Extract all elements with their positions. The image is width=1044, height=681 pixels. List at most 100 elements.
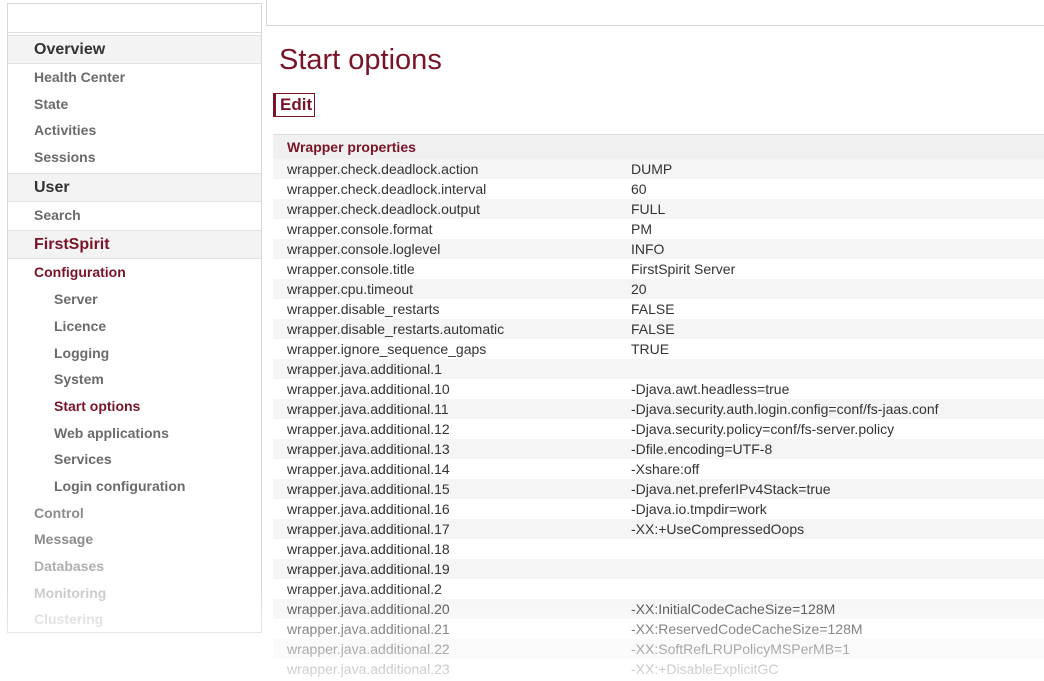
property-value: -XX:SoftRefLRUPolicyMSPerMB=1 — [631, 641, 851, 657]
property-key: wrapper.disable_restarts — [287, 301, 440, 317]
sidebar-item-server[interactable]: Server — [8, 286, 261, 313]
wrapper-properties-table: Wrapper properties wrapper.check.deadloc… — [273, 134, 1044, 679]
table-row: wrapper.java.additional.14 -Xshare:off — [273, 459, 1044, 479]
sidebar-item-web-applications[interactable]: Web applications — [8, 420, 261, 447]
property-key: wrapper.java.additional.11 — [287, 401, 449, 417]
property-value: -Xshare:off — [631, 461, 700, 477]
sidebar-item-activities[interactable]: Activities — [8, 117, 261, 144]
table-body: wrapper.check.deadlock.action DUMP wrapper… — [273, 159, 1044, 679]
property-value: 20 — [631, 281, 647, 297]
table-row: wrapper.java.additional.22 -XX:SoftRefLRU… — [273, 639, 1044, 659]
sidebar-section-firstspirit[interactable]: FirstSpirit — [8, 230, 261, 260]
property-value: FALSE — [631, 301, 675, 317]
property-value: PM — [631, 221, 652, 237]
sidebar-item-licence[interactable]: Licence — [8, 313, 261, 340]
sidebar-item-message[interactable]: Message — [8, 526, 261, 553]
property-key: wrapper.cpu.timeout — [287, 281, 414, 297]
sidebar: Overview Health Center State Activities … — [7, 3, 262, 633]
table-row: wrapper.check.deadlock.interval 60 — [273, 179, 1044, 199]
table-row: wrapper.java.additional.15 -Djava.net.pre… — [273, 479, 1044, 499]
sidebar-item-configuration[interactable]: Configuration — [8, 259, 261, 286]
property-value: -XX:+UseCompressedOops — [631, 521, 805, 537]
property-key: wrapper.java.additional.18 — [287, 541, 450, 557]
property-value: DUMP — [631, 161, 673, 177]
property-key: wrapper.java.additional.16 — [287, 501, 450, 517]
property-key: wrapper.java.additional.19 — [287, 561, 450, 577]
sidebar-item-search[interactable]: Search — [8, 202, 261, 229]
sidebar-item-start-options[interactable]: Start options — [8, 393, 261, 420]
property-key: wrapper.java.additional.20 — [287, 601, 450, 617]
sidebar-item-monitoring[interactable]: Monitoring — [8, 580, 261, 607]
property-key: wrapper.check.deadlock.output — [287, 201, 481, 217]
property-key: wrapper.java.additional.1 — [287, 361, 442, 377]
property-value: -Djava.security.auth.login.config=conf/f… — [631, 401, 939, 417]
table-row: wrapper.java.additional.23 -XX:+DisableEx… — [273, 659, 1044, 679]
property-value: INFO — [631, 241, 665, 257]
table-row: wrapper.java.additional.13 -Dfile.encodin… — [273, 439, 1044, 459]
table-row: wrapper.check.deadlock.output FULL — [273, 199, 1044, 219]
table-row: wrapper.disable_restarts FALSE — [273, 299, 1044, 319]
table-row: wrapper.java.additional.17 -XX:+UseCompre… — [273, 519, 1044, 539]
sidebar-item-login-configuration[interactable]: Login configuration — [8, 473, 261, 500]
table-row: wrapper.console.format PM — [273, 219, 1044, 239]
property-value: -XX:ReservedCodeCacheSize=128M — [631, 621, 863, 637]
sidebar-item-control[interactable]: Control — [8, 500, 261, 527]
property-key: wrapper.java.additional.17 — [287, 521, 450, 537]
table-row: wrapper.ignore_sequence_gaps TRUE — [273, 339, 1044, 359]
table-row: wrapper.java.additional.12 -Djava.securit… — [273, 419, 1044, 439]
table-row: wrapper.java.additional.1 — [273, 359, 1044, 379]
table-row: wrapper.java.additional.11 -Djava.securit… — [273, 399, 1044, 419]
property-key: wrapper.check.deadlock.interval — [287, 181, 487, 197]
table-row: wrapper.java.additional.10 -Djava.awt.hea… — [273, 379, 1044, 399]
page-title: Start options — [279, 44, 442, 76]
property-key: wrapper.java.additional.14 — [287, 461, 450, 477]
table-row: wrapper.java.additional.20 -XX:InitialCod… — [273, 599, 1044, 619]
property-value: FALSE — [631, 321, 675, 337]
sidebar-item-services[interactable]: Services — [8, 446, 261, 473]
sidebar-item-logging[interactable]: Logging — [8, 340, 261, 367]
table-row: wrapper.cpu.timeout 20 — [273, 279, 1044, 299]
sidebar-item-state[interactable]: State — [8, 91, 261, 118]
table-row: wrapper.disable_restarts.automatic FALSE — [273, 319, 1044, 339]
property-value: FirstSpirit Server — [631, 261, 736, 277]
table-row: wrapper.java.additional.19 — [273, 559, 1044, 579]
property-key: wrapper.java.additional.22 — [287, 641, 450, 657]
top-header-bar — [266, 0, 1044, 26]
property-value: TRUE — [631, 341, 670, 357]
sidebar-item-health-center[interactable]: Health Center — [8, 64, 261, 91]
property-key: wrapper.java.additional.15 — [287, 481, 450, 497]
table-row: wrapper.java.additional.16 -Djava.io.tmpd… — [273, 499, 1044, 519]
table-row: wrapper.java.additional.2 — [273, 579, 1044, 599]
property-value: -XX:+DisableExplicitGC — [631, 661, 779, 677]
property-value — [631, 579, 1044, 599]
sidebar-item-clustering[interactable]: Clustering — [8, 606, 261, 633]
sidebar-item-system[interactable]: System — [8, 366, 261, 393]
property-value — [631, 539, 1044, 559]
sidebar-item-sessions[interactable]: Sessions — [8, 144, 261, 171]
table-row: wrapper.java.additional.18 — [273, 539, 1044, 559]
property-value — [631, 559, 1044, 579]
table-row: wrapper.console.title FirstSpirit Server — [273, 259, 1044, 279]
sidebar-section-user[interactable]: User — [8, 172, 261, 202]
property-key: wrapper.ignore_sequence_gaps — [287, 341, 487, 357]
sidebar-item-databases[interactable]: Databases — [8, 553, 261, 580]
property-key: wrapper.check.deadlock.action — [287, 161, 479, 177]
property-key: wrapper.disable_restarts.automatic — [287, 321, 505, 337]
property-value: -Djava.security.policy=conf/fs-server.po… — [631, 421, 895, 437]
property-key: wrapper.java.additional.13 — [287, 441, 450, 457]
property-key: wrapper.java.additional.10 — [287, 381, 450, 397]
sidebar-section-overview[interactable]: Overview — [8, 35, 261, 64]
property-value: -Djava.awt.headless=true — [631, 381, 790, 397]
edit-button[interactable]: Edit — [273, 93, 316, 117]
property-key: wrapper.console.title — [287, 261, 415, 277]
property-key: wrapper.console.loglevel — [287, 241, 441, 257]
property-value: -Dfile.encoding=UTF-8 — [631, 441, 773, 457]
property-value: FULL — [631, 201, 666, 217]
table-row: wrapper.java.additional.21 -XX:ReservedCo… — [273, 619, 1044, 639]
property-value: -Djava.io.tmpdir=work — [631, 501, 767, 517]
property-key: wrapper.java.additional.12 — [287, 421, 450, 437]
property-value: -Djava.net.preferIPv4Stack=true — [631, 481, 831, 497]
property-key: wrapper.java.additional.23 — [287, 661, 450, 677]
property-value — [631, 359, 1044, 379]
table-row: wrapper.check.deadlock.action DUMP — [273, 159, 1044, 179]
